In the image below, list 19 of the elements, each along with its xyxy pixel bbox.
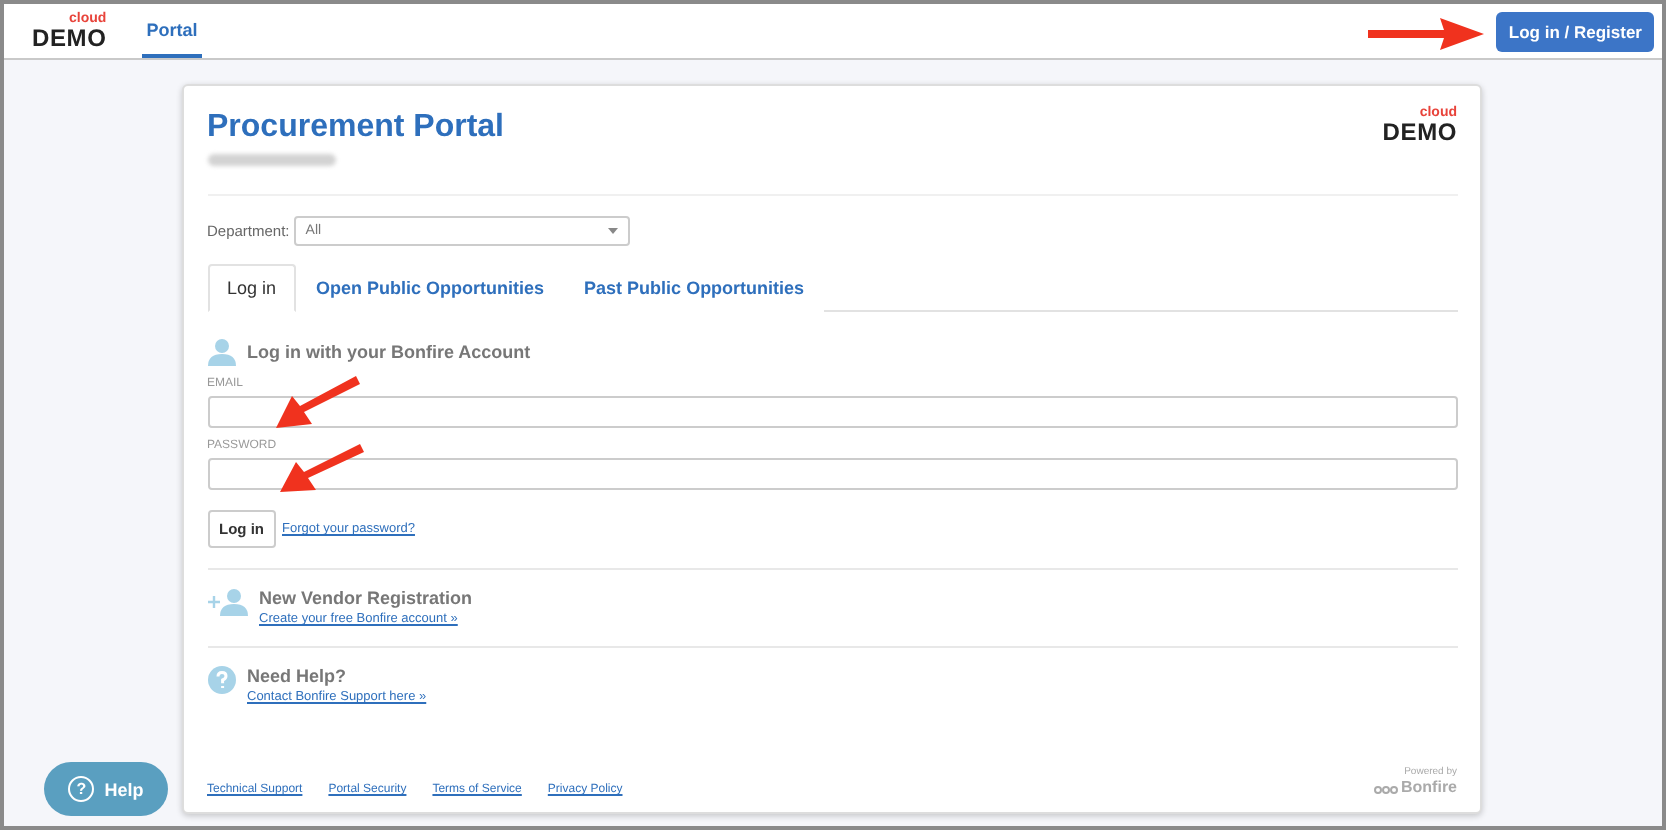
section-heading: Need Help? bbox=[247, 666, 349, 686]
input-field[interactable] bbox=[207, 458, 1457, 490]
login-heading: Log in with your Bonfire Account bbox=[247, 342, 531, 362]
caret-icon bbox=[607, 228, 618, 234]
annotation-arrow bbox=[276, 372, 360, 432]
help-button[interactable]: ? Help bbox=[44, 762, 168, 816]
bonfire-brand: Bonfire bbox=[1401, 778, 1457, 796]
add-user-icon bbox=[207, 588, 247, 616]
help-icon bbox=[207, 666, 235, 694]
user-icon bbox=[207, 338, 235, 366]
blurred-subtitle bbox=[207, 154, 335, 166]
section-heading: New Vendor Registration bbox=[259, 588, 473, 608]
nav-tab[interactable]: Portal bbox=[142, 4, 202, 58]
input-field[interactable] bbox=[207, 396, 1457, 428]
tab[interactable]: Log in bbox=[207, 264, 297, 312]
portal-title: Procurement Portal bbox=[207, 110, 504, 146]
annotation-arrow bbox=[1368, 14, 1484, 54]
login-register-button[interactable]: Log in / Register bbox=[1496, 11, 1654, 51]
annotation-arrow bbox=[280, 440, 364, 496]
